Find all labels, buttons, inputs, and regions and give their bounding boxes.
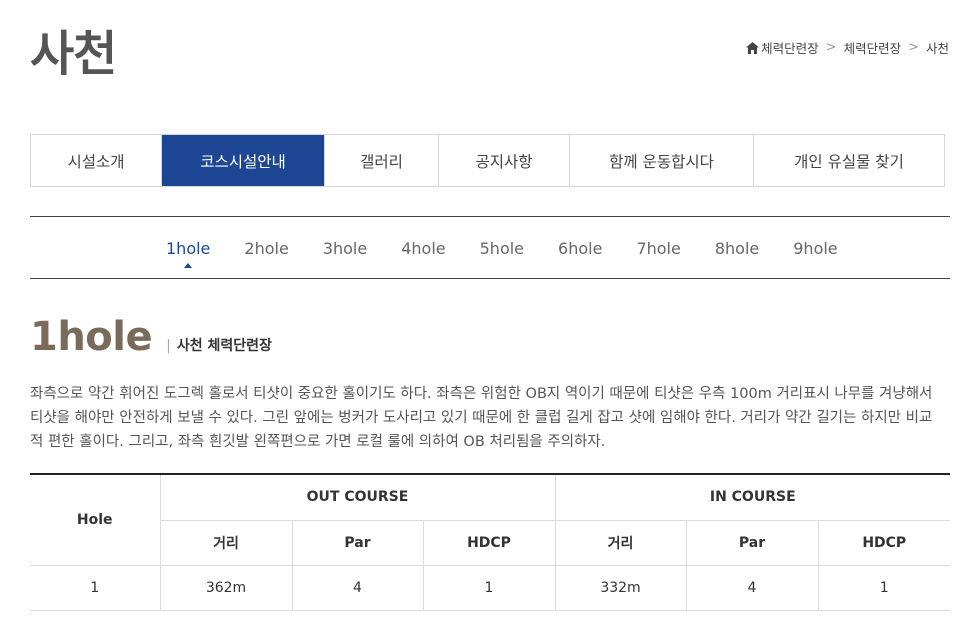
divider: | bbox=[166, 338, 171, 354]
breadcrumb: 체력단련장 > 체력단련장 > 사천 bbox=[746, 38, 949, 57]
table-cell: 1 bbox=[817, 564, 950, 611]
section-tabs: 시설소개 코스시설안내 갤러리 공지사항 함께 운동합시다 개인 유실물 찾기 bbox=[30, 134, 945, 187]
hole-tab-5[interactable]: 5hole bbox=[480, 239, 524, 258]
table-cell: 1 bbox=[422, 564, 556, 611]
column-header: HDCP bbox=[422, 519, 556, 566]
breadcrumb-item-home[interactable]: 체력단련장 bbox=[761, 38, 819, 57]
chevron-right-icon: > bbox=[825, 40, 837, 55]
tab-notices[interactable]: 공지사항 bbox=[439, 135, 570, 186]
hole-selector: 1hole 2hole 3hole 4hole 5hole 6hole 7hol… bbox=[30, 216, 950, 279]
hole-tab-3[interactable]: 3hole bbox=[323, 239, 367, 258]
table-cell: 1 bbox=[30, 564, 161, 611]
chevron-right-icon: > bbox=[908, 40, 919, 55]
table-cell: 362m bbox=[159, 564, 293, 611]
tab-course-info[interactable]: 코스시설안내 bbox=[162, 135, 325, 186]
hole-subtitle: | 사천 체력단련장 bbox=[166, 335, 272, 355]
hole-tab-1[interactable]: 1hole bbox=[166, 239, 210, 268]
tab-facility-intro[interactable]: 시설소개 bbox=[31, 135, 162, 186]
hole-column-header: Hole bbox=[30, 474, 161, 566]
hole-tab-8[interactable]: 8hole bbox=[715, 239, 759, 258]
table-cell: 4 bbox=[291, 564, 424, 611]
column-header: 거리 bbox=[160, 519, 293, 566]
column-header: 거리 bbox=[554, 519, 687, 566]
table-row: 1 362m 4 1 332m 4 1 bbox=[30, 564, 950, 611]
hole-tab-9[interactable]: 9hole bbox=[793, 239, 837, 258]
column-header: HDCP bbox=[817, 519, 950, 566]
course-table: Hole OUT COURSE IN COURSE 거리 Par HDCP 거리… bbox=[30, 473, 950, 611]
table-cell: 4 bbox=[685, 564, 819, 611]
breadcrumb-item-current: 사천 bbox=[925, 41, 949, 56]
hole-tab-2[interactable]: 2hole bbox=[244, 239, 288, 258]
hole-tab-6[interactable]: 6hole bbox=[558, 239, 602, 258]
column-header: Par bbox=[685, 519, 819, 566]
hole-description: 좌측으로 약간 휘어진 도그렉 홀로서 티샷이 중요한 홀이기도 하다. 좌측은… bbox=[30, 386, 933, 450]
out-course-header: OUT COURSE bbox=[159, 474, 556, 521]
hole-heading: 1hole | 사천 체력단련장 bbox=[30, 314, 272, 360]
hole-tab-7[interactable]: 7hole bbox=[636, 239, 680, 258]
page-title: 사천 bbox=[30, 26, 117, 82]
breadcrumb-item-section[interactable]: 체력단련장 bbox=[844, 38, 902, 57]
hole-title: 1hole bbox=[30, 314, 153, 360]
hole-tab-4[interactable]: 4hole bbox=[401, 239, 445, 258]
hole-subtitle-text: 사천 체력단련장 bbox=[176, 338, 272, 354]
tab-exercise-together[interactable]: 함께 운동합시다 bbox=[570, 135, 754, 186]
home-icon[interactable] bbox=[746, 41, 760, 54]
column-header: Par bbox=[291, 519, 424, 566]
table-cell: 332m bbox=[554, 564, 687, 611]
tab-lost-found[interactable]: 개인 유실물 찾기 bbox=[754, 135, 944, 186]
tab-gallery[interactable]: 갤러리 bbox=[325, 135, 439, 186]
in-course-header: IN COURSE bbox=[554, 474, 950, 521]
